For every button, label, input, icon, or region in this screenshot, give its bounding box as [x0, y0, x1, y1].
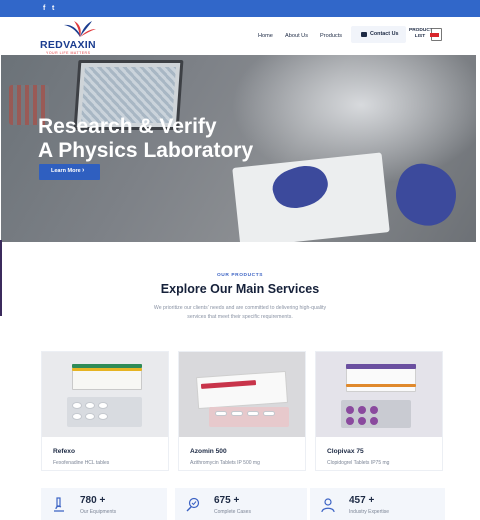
- product-subtitle: Fexofenadine HCL tables: [53, 460, 110, 466]
- learn-more-label: Learn More: [51, 168, 81, 174]
- pill: [85, 402, 95, 409]
- stat-value: 457 +: [349, 495, 375, 506]
- product-name: Refexo: [53, 448, 75, 455]
- logo[interactable]: REDVAXIN YOUR LIFE MATTERS: [40, 20, 120, 55]
- nav-about-us[interactable]: About Us: [285, 33, 308, 39]
- box-stripe-2: [346, 384, 416, 387]
- doctor-icon: [321, 498, 335, 513]
- logo-flame-icon: [64, 21, 96, 37]
- product-name: Azomin 500: [190, 448, 227, 455]
- left-edge-stripe: [0, 240, 2, 316]
- section-description: We prioritize our clients' needs and are…: [153, 305, 327, 320]
- pill: [370, 406, 378, 414]
- contact-us-button[interactable]: Contact Us: [351, 26, 406, 43]
- top-bar: f t: [0, 0, 480, 17]
- blister-pack: [209, 407, 289, 427]
- stat-equipments: 780 + Our Equipments: [41, 488, 167, 520]
- pill: [72, 402, 82, 409]
- stat-value: 675 +: [214, 495, 240, 506]
- stat-value: 780 +: [80, 495, 106, 506]
- mail-icon: [361, 32, 367, 37]
- pill: [98, 413, 108, 420]
- box-stripe: [346, 364, 416, 369]
- product-card-clopivax-75[interactable]: Clopivax 75 Clopidogrel Tablets IP75 mg: [315, 351, 443, 471]
- box-stripe-2: [72, 368, 142, 371]
- pill: [370, 417, 378, 425]
- pill: [215, 411, 227, 416]
- product-image-azomin: [179, 352, 305, 437]
- pill: [72, 413, 82, 420]
- product-image-refexo: [42, 352, 168, 437]
- microscope-icon: [54, 497, 64, 512]
- product-subtitle: Azithromycin Tablets IP 500 mg: [190, 460, 260, 466]
- pill: [247, 411, 259, 416]
- product-list-link[interactable]: PRODUCT LIST: [409, 28, 433, 40]
- pdf-icon[interactable]: [430, 28, 442, 41]
- product-card-azomin-500[interactable]: Azomin 500 Azithromycin Tablets IP 500 m…: [178, 351, 306, 471]
- logo-text: REDVAXIN: [40, 39, 96, 51]
- search-check-icon: [186, 497, 200, 512]
- stat-expertise: 457 + Industry Expertise: [310, 488, 445, 520]
- product-image-clopivax: [316, 352, 442, 437]
- stat-label: Our Equipments: [80, 509, 117, 515]
- chevron-right-icon: ›: [82, 167, 85, 174]
- pill: [231, 411, 243, 416]
- section-eyebrow: OUR PRODUCTS: [216, 273, 264, 278]
- hero-title-line1: Research & Verify: [38, 115, 217, 138]
- pill: [263, 411, 275, 416]
- product-name: Clopivax 75: [327, 448, 364, 455]
- product-card-refexo[interactable]: Refexo Fexofenadine HCL tables: [41, 351, 169, 471]
- pill: [346, 417, 354, 425]
- facebook-icon[interactable]: f: [43, 4, 45, 13]
- nav-home[interactable]: Home: [258, 33, 273, 39]
- medicine-box: [195, 370, 289, 410]
- stat-cases: 675 + Complete Cases: [175, 488, 307, 520]
- hero-title-line2: A Physics Laboratory: [38, 139, 254, 162]
- nav-products[interactable]: Products: [320, 33, 342, 39]
- pill: [98, 402, 108, 409]
- contact-us-label: Contact Us: [370, 31, 399, 37]
- pill: [85, 413, 95, 420]
- pill: [358, 417, 366, 425]
- pill: [358, 406, 366, 414]
- product-subtitle: Clopidogrel Tablets IP75 mg: [327, 460, 390, 466]
- stat-label: Complete Cases: [214, 509, 251, 515]
- pill: [346, 406, 354, 414]
- stat-label: Industry Expertise: [349, 509, 390, 515]
- twitter-icon[interactable]: t: [52, 4, 54, 13]
- learn-more-button[interactable]: Learn More ›: [39, 164, 100, 180]
- navbar: REDVAXIN YOUR LIFE MATTERS Home About Us…: [0, 17, 480, 55]
- section-title: Explore Our Main Services: [160, 282, 320, 296]
